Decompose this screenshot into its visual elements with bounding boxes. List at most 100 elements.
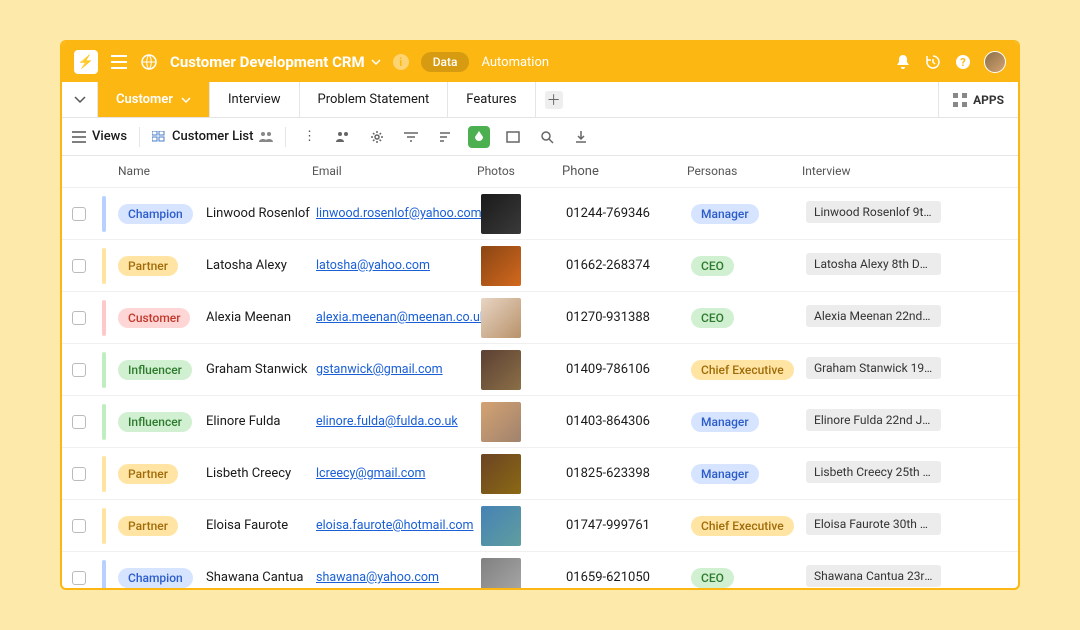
cell-phone: 01662-268374 bbox=[566, 258, 691, 273]
app-logo[interactable]: ⚡ bbox=[74, 50, 98, 74]
interview-chip[interactable]: Latosha Alexy 8th Decem… bbox=[806, 253, 941, 275]
column-header-phone[interactable]: Phone bbox=[562, 164, 687, 179]
row-checkbox[interactable] bbox=[72, 207, 86, 221]
role-tag: Customer bbox=[118, 308, 190, 328]
cell-photo[interactable] bbox=[481, 194, 521, 234]
tab-interview[interactable]: Interview bbox=[210, 82, 300, 117]
search-icon[interactable] bbox=[536, 126, 558, 148]
cell-photo[interactable] bbox=[481, 298, 521, 338]
cell-phone: 01659-621050 bbox=[566, 570, 691, 585]
view-name[interactable]: Customer List bbox=[152, 129, 273, 144]
nav-data[interactable]: Data bbox=[421, 52, 470, 72]
top-bar: ⚡ Customer Development CRM i Data Automa… bbox=[62, 42, 1018, 82]
column-header-name[interactable]: Name bbox=[102, 164, 202, 179]
globe-icon[interactable] bbox=[140, 53, 158, 71]
role-tag: Influencer bbox=[118, 360, 192, 380]
cell-email-link[interactable]: linwood.rosenlof@yahoo.com bbox=[316, 206, 482, 221]
cell-phone: 01747-999761 bbox=[566, 518, 691, 533]
cell-photo[interactable] bbox=[481, 506, 521, 546]
interview-chip[interactable]: Shawana Cantua 23rd De… bbox=[806, 565, 941, 587]
cell-photo[interactable] bbox=[481, 402, 521, 442]
tab-features[interactable]: Features bbox=[448, 82, 535, 117]
tab-bar: CustomerInterviewProblem StatementFeatur… bbox=[62, 82, 1018, 118]
cell-phone: 01403-864306 bbox=[566, 414, 691, 429]
add-tab-button[interactable]: ＋ bbox=[536, 82, 572, 117]
cell-photo[interactable] bbox=[481, 558, 521, 589]
role-tag: Partner bbox=[118, 464, 178, 484]
cell-email-link[interactable]: eloisa.faurote@hotmail.com bbox=[316, 518, 473, 533]
table-row[interactable]: Champion Shawana Cantua shawana@yahoo.co… bbox=[62, 552, 1018, 588]
info-icon[interactable]: i bbox=[393, 54, 409, 70]
svg-text:?: ? bbox=[960, 56, 966, 69]
interview-chip[interactable]: Lisbeth Creecy 25th Marc… bbox=[806, 461, 941, 483]
app-window: ⚡ Customer Development CRM i Data Automa… bbox=[60, 40, 1020, 590]
row-checkbox[interactable] bbox=[72, 519, 86, 533]
people-icon bbox=[259, 131, 273, 143]
row-checkbox[interactable] bbox=[72, 259, 86, 273]
cell-email-link[interactable]: shawana@yahoo.com bbox=[316, 570, 439, 585]
help-icon[interactable]: ? bbox=[954, 53, 972, 71]
row-checkbox[interactable] bbox=[72, 311, 86, 325]
more-icon[interactable]: ⋮ bbox=[298, 126, 320, 148]
cell-name: Lisbeth Creecy bbox=[206, 466, 316, 481]
menu-icon[interactable] bbox=[110, 53, 128, 71]
interview-chip[interactable]: Elinore Fulda 22nd Janua… bbox=[806, 409, 941, 431]
table-row[interactable]: Champion Linwood Rosenlof linwood.rosenl… bbox=[62, 188, 1018, 240]
interview-chip[interactable]: Linwood Rosenlof 9th De… bbox=[806, 201, 941, 223]
table-row[interactable]: Partner Latosha Alexy latosha@yahoo.com … bbox=[62, 240, 1018, 292]
filter-icon[interactable] bbox=[400, 126, 422, 148]
row-height-icon[interactable] bbox=[502, 126, 524, 148]
cell-name: Latosha Alexy bbox=[206, 258, 316, 273]
app-title[interactable]: Customer Development CRM bbox=[170, 53, 381, 71]
chevron-down-icon bbox=[181, 97, 191, 103]
cell-email-link[interactable]: latosha@yahoo.com bbox=[316, 258, 430, 273]
interview-chip[interactable]: Eloisa Faurote 30th Dece… bbox=[806, 513, 941, 535]
color-icon[interactable] bbox=[468, 126, 490, 148]
table-row[interactable]: Partner Lisbeth Creecy lcreecy@gmail.com… bbox=[62, 448, 1018, 500]
share-icon[interactable] bbox=[332, 126, 354, 148]
cell-phone: 01825-623398 bbox=[566, 466, 691, 481]
cell-email-link[interactable]: elinore.fulda@fulda.co.uk bbox=[316, 414, 458, 429]
export-icon[interactable] bbox=[570, 126, 592, 148]
chevron-down-icon bbox=[371, 59, 381, 65]
cell-photo[interactable] bbox=[481, 246, 521, 286]
row-checkbox[interactable] bbox=[72, 415, 86, 429]
row-checkbox[interactable] bbox=[72, 571, 86, 585]
role-tag: Champion bbox=[118, 204, 193, 224]
column-header-personas[interactable]: Personas bbox=[687, 164, 802, 179]
cell-phone: 01270-931388 bbox=[566, 310, 691, 325]
table-row[interactable]: Influencer Elinore Fulda elinore.fulda@f… bbox=[62, 396, 1018, 448]
cell-name: Alexia Meenan bbox=[206, 310, 316, 325]
persona-tag: Manager bbox=[691, 204, 759, 224]
role-tag: Partner bbox=[118, 256, 178, 276]
row-checkbox[interactable] bbox=[72, 363, 86, 377]
views-button[interactable]: Views bbox=[72, 129, 127, 144]
column-header-interview[interactable]: Interview bbox=[802, 164, 952, 179]
table-row[interactable]: Influencer Graham Stanwick gstanwick@gma… bbox=[62, 344, 1018, 396]
column-header-email[interactable]: Email bbox=[312, 164, 477, 179]
settings-icon[interactable] bbox=[366, 126, 388, 148]
interview-chip[interactable]: Graham Stanwick 19th Au… bbox=[806, 357, 941, 379]
row-checkbox[interactable] bbox=[72, 467, 86, 481]
bell-icon[interactable] bbox=[894, 53, 912, 71]
cell-phone: 01244-769346 bbox=[566, 206, 691, 221]
nav-automation[interactable]: Automation bbox=[481, 55, 549, 70]
table-row[interactable]: Partner Eloisa Faurote eloisa.faurote@ho… bbox=[62, 500, 1018, 552]
column-header-photos[interactable]: Photos bbox=[477, 164, 562, 179]
cell-email-link[interactable]: alexia.meenan@meenan.co.uk bbox=[316, 310, 486, 325]
table-row[interactable]: Customer Alexia Meenan alexia.meenan@mee… bbox=[62, 292, 1018, 344]
apps-icon bbox=[953, 93, 967, 107]
history-icon[interactable] bbox=[924, 53, 942, 71]
cell-photo[interactable] bbox=[481, 350, 521, 390]
interview-chip[interactable]: Alexia Meenan 22nd Sept… bbox=[806, 305, 941, 327]
user-avatar[interactable] bbox=[984, 51, 1006, 73]
tab-customer[interactable]: Customer bbox=[98, 82, 210, 117]
tab-collapse-button[interactable] bbox=[62, 82, 98, 117]
cell-photo[interactable] bbox=[481, 454, 521, 494]
persona-tag: Manager bbox=[691, 464, 759, 484]
apps-button[interactable]: APPS bbox=[938, 82, 1018, 117]
tab-problem-statement[interactable]: Problem Statement bbox=[300, 82, 449, 117]
sort-icon[interactable] bbox=[434, 126, 456, 148]
cell-email-link[interactable]: lcreecy@gmail.com bbox=[316, 466, 425, 481]
cell-email-link[interactable]: gstanwick@gmail.com bbox=[316, 362, 443, 377]
